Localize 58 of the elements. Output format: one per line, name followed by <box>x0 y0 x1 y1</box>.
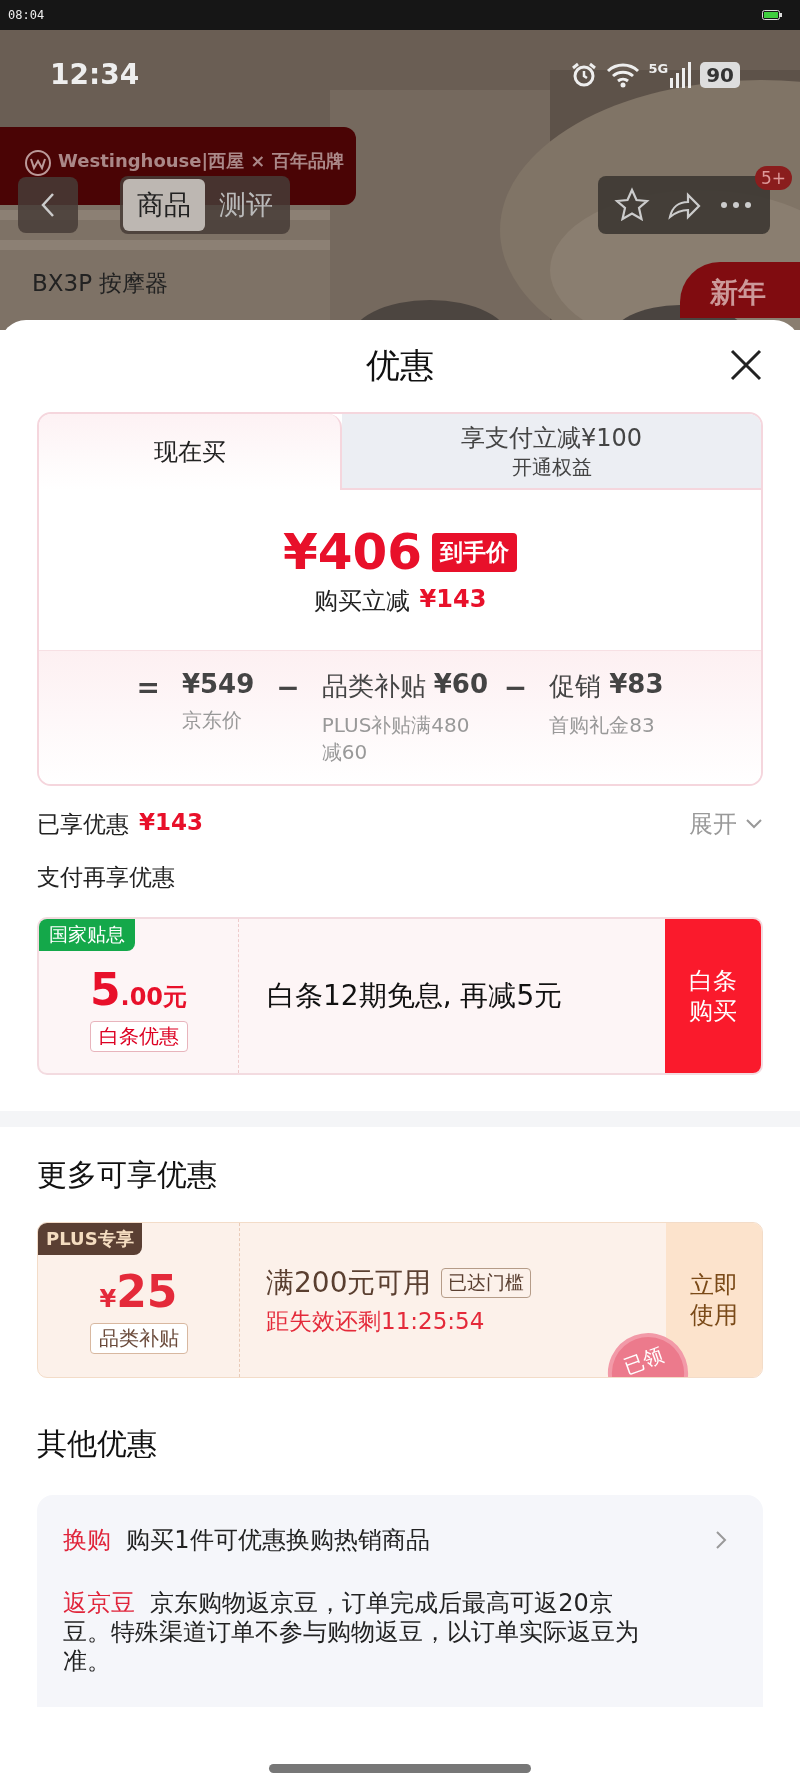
countdown-text: 距失效还剩11:25:54 <box>266 1306 486 1336</box>
product-subtitle: BX3P 按摩器 <box>32 269 169 298</box>
section-heading: 更多可享优惠 <box>37 1156 217 1194</box>
brand-text: Westinghouse|西屋 × 百年品牌 <box>58 149 344 173</box>
signal-icon <box>670 61 693 88</box>
star-icon <box>614 187 650 223</box>
breakdown-note: 首购礼金83 <box>549 712 656 739</box>
saving-label: 购买立减 <box>313 586 410 617</box>
page-tab[interactable]: 测评 <box>205 179 287 231</box>
alarm-icon <box>570 60 599 89</box>
chevron-down-icon <box>745 818 763 830</box>
back-button[interactable] <box>18 177 78 233</box>
saving-amount: ¥143 <box>419 585 487 615</box>
enjoyed-amount: ¥143 <box>139 808 203 837</box>
use-button[interactable]: 立即使用 <box>666 1223 762 1377</box>
operator-sign: − <box>503 670 528 704</box>
promo-tag: 新年 <box>680 262 800 318</box>
price-tab[interactable]: 享支付立减¥100 开通权益 <box>342 414 761 490</box>
operator-sign: = <box>136 670 160 704</box>
price-tag: 到手价 <box>432 532 518 572</box>
breakdown-amount: ¥83 <box>609 669 664 701</box>
offer-text: 返京豆 京东购物返京豆，订单完成后最高可返20京豆。特殊渠道订单不参与购物返豆，以订单实际返豆为准。 <box>63 1589 640 1676</box>
network-label: 5G <box>648 60 669 76</box>
status-time: 12:34 <box>50 58 140 91</box>
wifi-icon <box>606 61 641 88</box>
clock-time: 08:04 <box>8 8 45 22</box>
breakdown-amount: ¥60 <box>433 669 489 701</box>
breakdown-label: 品类补贴 <box>321 670 426 703</box>
breakdown-note: 京东价 <box>181 707 243 734</box>
sheet-title: 优惠 <box>366 344 434 387</box>
threshold-tag: 已达门槛 <box>441 1267 532 1298</box>
buy-button[interactable]: 白条购买 <box>665 919 761 1073</box>
final-price: ¥406 <box>282 523 423 581</box>
enjoyed-label: 已享优惠 <box>37 809 129 839</box>
page-tab[interactable]: 商品 <box>123 179 205 231</box>
logo-icon <box>24 149 52 177</box>
coupon-condition: 满200元可用 <box>266 1264 432 1301</box>
breakdown-label: 促销 <box>549 670 602 703</box>
battery-icon <box>762 10 782 20</box>
plus-tag: PLUS专享 <box>38 1223 142 1255</box>
chevron-right-icon[interactable] <box>715 1530 727 1550</box>
battery-level: 90 <box>700 61 740 88</box>
subsidy-tag: 国家贴息 <box>39 919 135 951</box>
breakdown-amount: ¥549 <box>181 669 255 699</box>
notification-badge: 5+ <box>754 166 792 190</box>
offer-text: 换购 购买1件可优惠换购热销商品 <box>63 1525 430 1555</box>
offer-amount: 5.00元 <box>89 964 188 1015</box>
coupon-amount: ¥25 <box>99 1266 178 1317</box>
more-icon <box>718 200 754 210</box>
back-icon <box>40 192 56 218</box>
breakdown-note: PLUS补贴满480减60 <box>321 712 471 766</box>
coupon-type-tag: 品类补贴 <box>89 1323 188 1354</box>
section-label: 支付再享优惠 <box>37 863 175 892</box>
offer-description: 白条12期免息, 再减5元 <box>266 978 564 1014</box>
operator-sign: − <box>276 670 300 704</box>
price-tab[interactable]: 现在买 <box>39 414 343 490</box>
offer-type-tag: 白条优惠 <box>89 1021 188 1052</box>
section-heading: 其他优惠 <box>37 1425 157 1463</box>
